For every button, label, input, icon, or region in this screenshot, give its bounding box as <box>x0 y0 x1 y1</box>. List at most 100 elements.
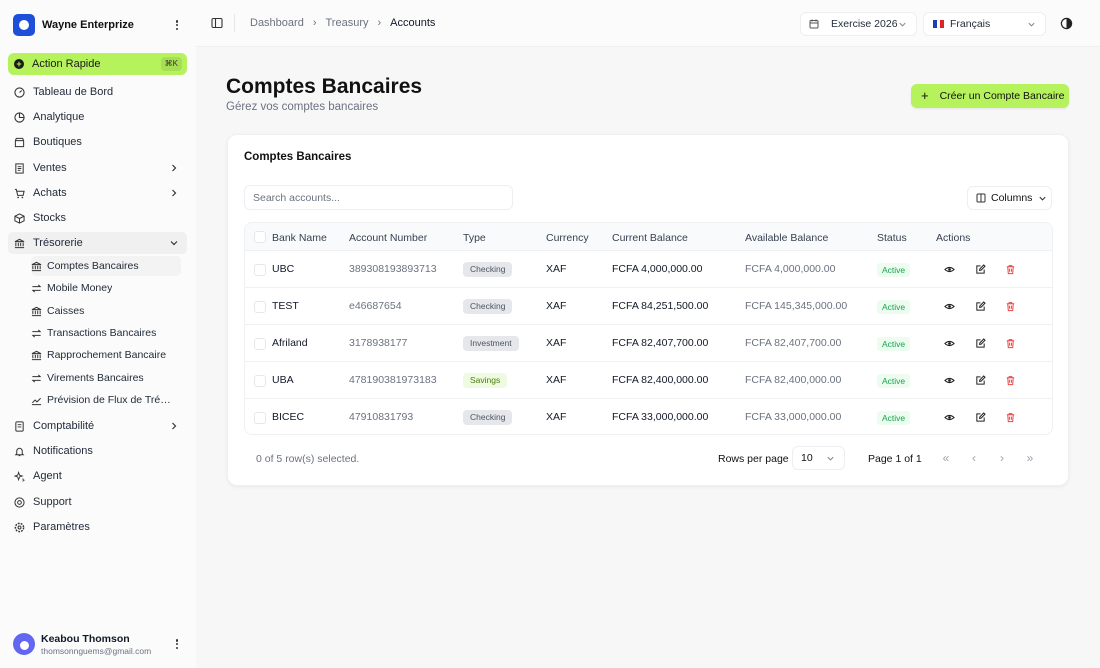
card-title: Comptes Bancaires <box>244 151 352 163</box>
cell-current-balance: FCFA 33,000,000.00 <box>612 411 709 423</box>
cell-current-balance: FCFA 4,000,000.00 <box>612 263 703 275</box>
sidebar-item-sales[interactable]: Ventes <box>8 157 187 179</box>
row-checkbox[interactable] <box>254 412 266 424</box>
row-checkbox[interactable] <box>254 264 266 276</box>
view-icon[interactable] <box>944 264 955 275</box>
chevron-down-icon <box>1028 22 1035 27</box>
delete-icon[interactable] <box>1005 375 1016 386</box>
user-menu[interactable]: Keabou Thomson thomsonnguems@gmail.com <box>13 630 188 658</box>
sidebar-subitem-label: Rapprochement Bancaire <box>47 349 167 361</box>
breadcrumb-treasury[interactable]: Treasury <box>326 17 369 29</box>
type-badge: Checking <box>463 262 513 277</box>
sidebar-item-shops[interactable]: Boutiques <box>8 131 187 153</box>
view-icon[interactable] <box>944 412 955 423</box>
table-row[interactable]: TEST e46687654 Checking XAF FCFA 84,251,… <box>245 288 1052 325</box>
delete-icon[interactable] <box>1005 412 1016 423</box>
page-title: Comptes Bancaires <box>226 75 423 98</box>
sidebar-subitem-cash-flow-forecast[interactable]: Prévision de Flux de Trés... <box>31 390 181 410</box>
sidebar-subitem-label: Caisses <box>47 305 85 317</box>
sidebar-item-dashboard[interactable]: Tableau de Bord <box>8 81 187 103</box>
arrows-icon <box>31 373 42 384</box>
header-bank-name[interactable]: Bank Name <box>272 232 327 244</box>
header-type[interactable]: Type <box>463 232 486 244</box>
fiscal-year-select[interactable]: Exercise 2026 <box>800 12 917 36</box>
chevron-down-icon <box>170 241 178 246</box>
header-current-balance[interactable]: Current Balance <box>612 232 688 244</box>
next-page-icon[interactable]: › <box>992 448 1012 468</box>
sidebar-subitem-cash-registers[interactable]: Caisses <box>31 301 181 321</box>
language-select[interactable]: Français <box>923 12 1046 36</box>
sidebar-subitem-bank-transfers[interactable]: Virements Bancaires <box>31 368 181 388</box>
rows-per-page-select[interactable]: 10 <box>792 446 845 470</box>
user-menu-icon[interactable] <box>172 637 182 651</box>
edit-icon[interactable] <box>975 301 986 312</box>
sidebar: Wayne Enterprize + Action Rapide ⌘K Tabl… <box>0 0 196 668</box>
cell-account-number: e46687654 <box>349 300 402 312</box>
view-icon[interactable] <box>944 301 955 312</box>
sidebar-subitem-label: Comptes Bancaires <box>47 260 139 272</box>
view-icon[interactable] <box>944 375 955 386</box>
delete-icon[interactable] <box>1005 264 1016 275</box>
org-menu-icon[interactable] <box>172 18 182 32</box>
sidebar-item-stocks[interactable]: Stocks <box>8 207 187 229</box>
table-row[interactable]: UBC 389308193893713 Checking XAF FCFA 4,… <box>245 251 1052 288</box>
header-status[interactable]: Status <box>877 232 907 244</box>
table-row[interactable]: UBA 478190381973183 Savings XAF FCFA 82,… <box>245 362 1052 399</box>
org-switcher[interactable]: Wayne Enterprize <box>13 13 188 37</box>
sidebar-item-analytics[interactable]: Analytique <box>8 106 187 128</box>
columns-button[interactable]: Columns <box>967 186 1052 210</box>
user-email: thomsonnguems@gmail.com <box>41 645 152 656</box>
sidebar-item-accounting[interactable]: Comptabilité <box>8 415 187 437</box>
sidebar-subitem-bank-transactions[interactable]: Transactions Bancaires <box>31 323 181 343</box>
bell-icon <box>14 446 25 457</box>
cell-account-number: 47910831793 <box>349 411 414 423</box>
sidebar-item-settings[interactable]: Paramètres <box>8 516 187 538</box>
sidebar-item-agent[interactable]: Agent <box>8 465 187 487</box>
last-page-icon[interactable]: » <box>1020 448 1040 468</box>
table-row[interactable]: BICEC 47910831793 Checking XAF FCFA 33,0… <box>245 399 1052 434</box>
header-available-balance[interactable]: Available Balance <box>745 232 828 244</box>
sidebar-item-notifications[interactable]: Notifications <box>8 440 187 462</box>
first-page-icon[interactable]: « <box>936 448 956 468</box>
quick-action-button[interactable]: + Action Rapide ⌘K <box>8 53 187 75</box>
shortcut-badge: ⌘K <box>160 57 182 71</box>
delete-icon[interactable] <box>1005 301 1016 312</box>
sidebar-item-purchases[interactable]: Achats <box>8 182 187 204</box>
sidebar-subitem-label: Virements Bancaires <box>47 372 144 384</box>
select-all-checkbox[interactable] <box>254 231 266 243</box>
sidebar-item-treasury[interactable]: Trésorerie <box>8 232 187 254</box>
sidebar-item-support[interactable]: Support <box>8 491 187 513</box>
row-checkbox[interactable] <box>254 338 266 350</box>
type-badge: Savings <box>463 373 508 388</box>
header-currency[interactable]: Currency <box>546 232 589 244</box>
header-account-number[interactable]: Account Number <box>349 232 427 244</box>
breadcrumb-separator-icon: › <box>377 17 382 29</box>
table-header: Bank Name Account Number Type Currency C… <box>245 223 1052 251</box>
row-checkbox[interactable] <box>254 375 266 387</box>
previous-page-icon[interactable]: ‹ <box>964 448 984 468</box>
delete-icon[interactable] <box>1005 338 1016 349</box>
table-row[interactable]: Afriland 3178938177 Investment XAF FCFA … <box>245 325 1052 362</box>
breadcrumb: Dashboard › Treasury › Accounts <box>250 17 435 29</box>
bank-icon <box>31 306 42 317</box>
sidebar-subitem-mobile-money[interactable]: Mobile Money <box>31 278 181 298</box>
row-checkbox[interactable] <box>254 301 266 313</box>
sidebar-subitem-bank-accounts[interactable]: Comptes Bancaires <box>31 256 181 276</box>
view-icon[interactable] <box>944 338 955 349</box>
search-input[interactable] <box>244 185 513 210</box>
cell-currency: XAF <box>546 411 567 423</box>
edit-icon[interactable] <box>975 338 986 349</box>
sidebar-toggle-icon[interactable] <box>211 17 223 29</box>
breadcrumb-dashboard[interactable]: Dashboard <box>250 17 304 29</box>
create-bank-account-button[interactable]: + Créer un Compte Bancaire <box>911 84 1069 108</box>
columns-icon <box>976 193 986 203</box>
breadcrumb-accounts: Accounts <box>390 17 436 29</box>
cart-icon <box>14 188 25 199</box>
sidebar-item-label: Support <box>33 496 72 508</box>
sidebar-subitem-bank-reconciliation[interactable]: Rapprochement Bancaire <box>31 345 181 365</box>
status-badge: Active <box>877 411 911 425</box>
edit-icon[interactable] <box>975 412 986 423</box>
edit-icon[interactable] <box>975 375 986 386</box>
edit-icon[interactable] <box>975 264 986 275</box>
theme-toggle-icon[interactable] <box>1060 17 1073 30</box>
